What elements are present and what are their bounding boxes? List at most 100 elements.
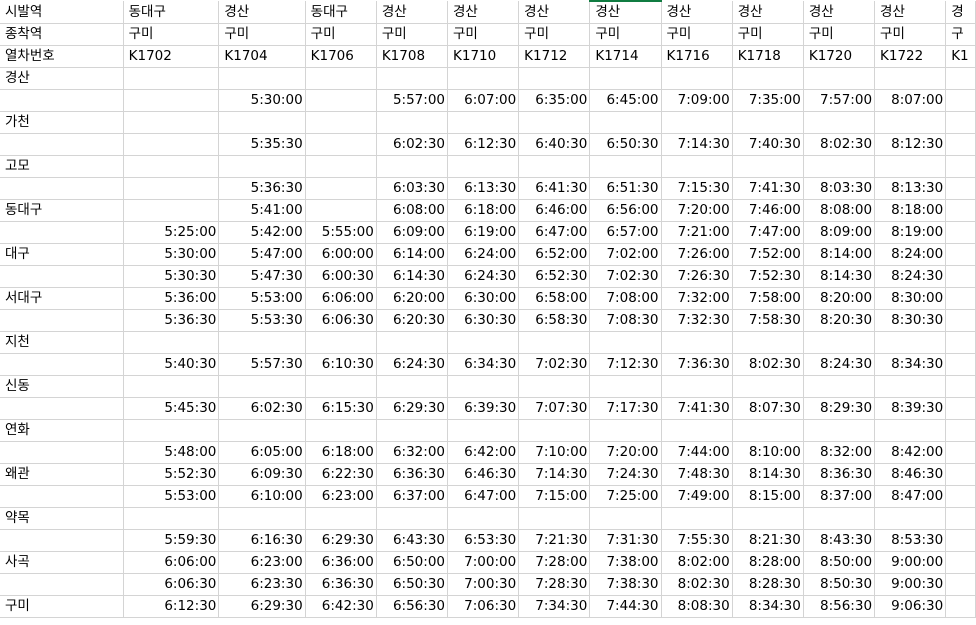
time-cell[interactable]: 9:00:00 [874,551,947,574]
time-cell[interactable] [376,155,449,178]
time-cell[interactable] [661,111,733,134]
station-cell[interactable]: 신동 [0,375,124,398]
time-cell[interactable]: 5:57:00 [376,89,449,112]
header-cell[interactable]: 구미 [732,23,804,46]
time-cell[interactable]: 7:00:00 [447,551,520,574]
time-cell[interactable]: 8:10:00 [732,441,804,464]
time-cell[interactable]: 8:50:30 [803,573,876,596]
time-cell[interactable] [803,507,876,530]
time-cell[interactable]: 5:48:00 [123,441,220,464]
time-cell[interactable]: 8:09:00 [803,221,876,244]
time-cell[interactable] [123,375,220,398]
time-cell[interactable] [945,331,976,354]
time-cell[interactable]: 5:30:00 [218,89,306,112]
time-cell[interactable] [945,529,976,552]
station-cell[interactable]: 구미 [0,595,124,618]
time-cell[interactable]: 6:41:30 [518,177,591,200]
time-cell[interactable]: 7:32:30 [661,309,733,332]
header-cell[interactable]: 구미 [518,23,591,46]
time-cell[interactable]: 7:47:00 [732,221,804,244]
time-cell[interactable]: 6:37:00 [376,485,449,508]
time-cell[interactable]: 6:12:30 [447,133,520,156]
time-cell[interactable]: 5:59:30 [123,529,220,552]
time-cell[interactable]: 7:35:00 [732,89,804,112]
time-cell[interactable]: 7:41:30 [661,397,733,420]
station-cell[interactable] [0,177,124,200]
header-cell[interactable]: 구미 [874,23,947,46]
time-cell[interactable] [945,243,976,266]
time-cell[interactable]: 7:26:00 [661,243,733,266]
time-cell[interactable]: 5:42:00 [218,221,306,244]
header-cell[interactable]: 구미 [123,23,220,46]
time-cell[interactable]: 8:37:00 [803,485,876,508]
time-cell[interactable]: 7:34:30 [518,595,591,618]
time-cell[interactable]: 6:00:30 [305,265,377,288]
station-cell[interactable] [0,397,124,420]
time-cell[interactable]: 6:50:30 [589,133,662,156]
station-cell[interactable]: 약목 [0,507,124,530]
time-cell[interactable]: 8:28:30 [732,573,804,596]
time-cell[interactable]: 8:07:30 [732,397,804,420]
time-cell[interactable]: 8:34:30 [732,595,804,618]
header-cell[interactable]: 구미 [305,23,377,46]
time-cell[interactable]: 8:02:30 [803,133,876,156]
time-cell[interactable] [305,155,377,178]
time-cell[interactable] [447,331,520,354]
time-cell[interactable]: 7:14:30 [661,133,733,156]
header-cell[interactable]: K1704 [218,45,306,68]
time-cell[interactable]: 6:47:00 [518,221,591,244]
time-cell[interactable] [589,155,662,178]
time-cell[interactable] [661,67,733,90]
time-cell[interactable]: 5:55:00 [305,221,377,244]
time-cell[interactable] [803,155,876,178]
header-cell[interactable]: 경산 [589,0,662,24]
time-cell[interactable] [945,353,976,376]
time-cell[interactable]: 6:45:00 [589,89,662,112]
time-cell[interactable]: 7:09:00 [661,89,733,112]
time-cell[interactable] [218,419,306,442]
time-cell[interactable] [589,375,662,398]
time-cell[interactable] [305,67,377,90]
time-cell[interactable] [661,375,733,398]
station-cell[interactable]: 사곡 [0,551,124,574]
time-cell[interactable]: 8:30:00 [874,287,947,310]
time-cell[interactable] [874,111,947,134]
time-cell[interactable] [447,375,520,398]
time-cell[interactable]: 6:23:00 [218,551,306,574]
time-cell[interactable] [945,199,976,222]
time-cell[interactable]: 6:50:30 [376,573,449,596]
station-cell[interactable] [0,221,124,244]
time-cell[interactable]: 6:36:30 [305,573,377,596]
time-cell[interactable]: 6:46:30 [447,463,520,486]
header-cell[interactable]: 경산 [218,1,306,24]
time-cell[interactable]: 6:57:00 [589,221,662,244]
time-cell[interactable]: 6:14:30 [376,265,449,288]
time-cell[interactable]: 7:36:30 [661,353,733,376]
time-cell[interactable]: 8:20:00 [803,287,876,310]
time-cell[interactable]: 7:25:00 [589,485,662,508]
time-cell[interactable] [123,331,220,354]
time-cell[interactable] [945,265,976,288]
time-cell[interactable]: 6:06:00 [305,287,377,310]
time-cell[interactable] [305,111,377,134]
time-cell[interactable] [376,375,449,398]
time-cell[interactable]: 6:29:30 [376,397,449,420]
time-cell[interactable]: 6:32:00 [376,441,449,464]
header-label-cell[interactable]: 열차번호 [0,45,124,68]
time-cell[interactable]: 7:20:00 [589,441,662,464]
time-cell[interactable]: 8:08:30 [661,595,733,618]
header-cell[interactable]: 경산 [518,1,591,24]
time-cell[interactable] [447,419,520,442]
time-cell[interactable] [123,89,220,112]
time-cell[interactable] [518,507,591,530]
station-cell[interactable]: 서대구 [0,287,124,310]
time-cell[interactable]: 6:23:00 [305,485,377,508]
header-cell[interactable]: K1702 [123,45,220,68]
time-cell[interactable]: 8:50:00 [803,551,876,574]
time-cell[interactable]: 7:15:30 [661,177,733,200]
time-cell[interactable] [874,331,947,354]
time-cell[interactable] [945,463,976,486]
station-cell[interactable] [0,133,124,156]
header-cell[interactable]: K1722 [874,45,947,68]
time-cell[interactable]: 6:02:30 [218,397,306,420]
